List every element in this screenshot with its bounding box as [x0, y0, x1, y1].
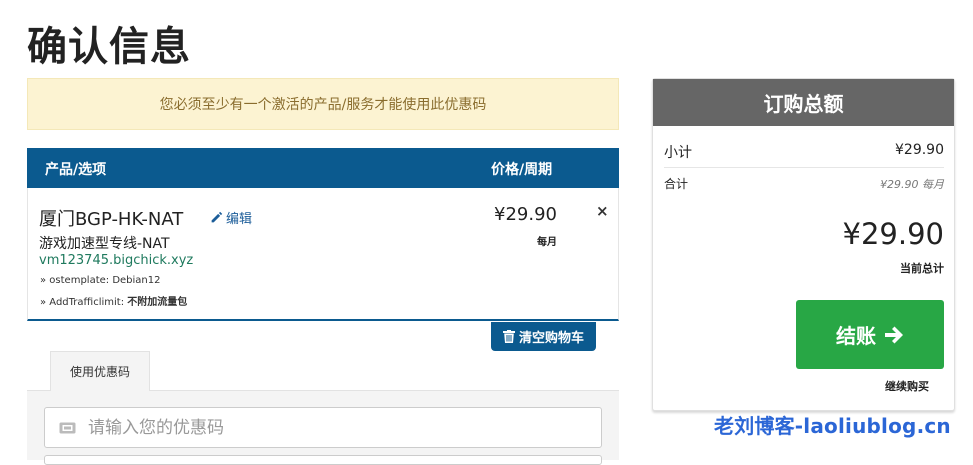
- arrow-right-icon: [885, 326, 903, 343]
- subtotal-value: ¥29.90: [895, 142, 944, 158]
- close-icon[interactable]: ×: [596, 202, 609, 220]
- product-domain: vm123745.bigchick.xyz: [39, 253, 194, 268]
- subtotal-label: 小计: [664, 145, 692, 161]
- checkout-label: 结账: [836, 324, 876, 348]
- pencil-icon: [211, 211, 223, 223]
- alert-text: 您必须至少有一个激活的产品/服务才能使用此优惠码: [159, 97, 487, 113]
- total-due-amount: ¥29.90: [842, 217, 944, 251]
- edit-product-link[interactable]: 编辑: [210, 208, 252, 227]
- order-summary-panel: 订购总额 小计 ¥29.90 合计 ¥29.90 每月 ¥29.90 当前总计 …: [652, 78, 955, 411]
- promo-code-input[interactable]: [86, 416, 570, 439]
- product-group: 游戏加速型专线-NAT: [39, 236, 170, 252]
- trash-icon: [502, 330, 515, 343]
- continue-shopping-link[interactable]: 继续购买: [885, 378, 929, 394]
- tab-promo-label: 使用优惠码: [69, 365, 130, 379]
- empty-cart-label: 清空购物车: [518, 331, 584, 346]
- total-due-label: 当前总计: [900, 262, 944, 275]
- checkout-button[interactable]: 结账: [796, 300, 944, 369]
- column-price: 价格/周期: [491, 162, 553, 178]
- product-option-ostemplate: » ostemplate: Debian12: [40, 275, 161, 286]
- column-product: 产品/选项: [45, 162, 107, 178]
- edit-label: 编辑: [226, 212, 253, 227]
- watermark: 老刘博客-laoliublog.cn: [714, 414, 951, 438]
- page-title: 确认信息: [27, 24, 191, 70]
- empty-cart-button[interactable]: 清空购物车: [491, 322, 596, 351]
- product-option-traffic: » AddTrafficlimit: 不附加流量包: [40, 293, 187, 308]
- product-cycle: 每月: [537, 237, 557, 248]
- cart-item-row: 厦门BGP-HK-NAT 编辑 游戏加速型专线-NAT vm123745.big…: [27, 188, 619, 321]
- tab-promo-code[interactable]: 使用优惠码: [50, 351, 150, 391]
- product-price: ¥29.90: [494, 204, 557, 225]
- option-value: 不附加流量包: [127, 297, 188, 308]
- promo-submit-edge: [44, 455, 602, 465]
- summary-title: 订购总额: [653, 79, 954, 126]
- promo-warning-alert: 您必须至少有一个激活的产品/服务才能使用此优惠码: [27, 78, 619, 130]
- cart-table-header: 产品/选项 价格/周期: [27, 148, 619, 188]
- option-label: » AddTrafficlimit:: [40, 297, 125, 308]
- recurring-value: ¥29.90 每月: [880, 178, 944, 191]
- product-name: 厦门BGP-HK-NAT: [39, 209, 184, 230]
- promo-code-field[interactable]: [44, 407, 602, 448]
- ticket-icon: [59, 422, 76, 433]
- summary-divider: [664, 167, 944, 168]
- recurring-label: 合计: [664, 177, 689, 191]
